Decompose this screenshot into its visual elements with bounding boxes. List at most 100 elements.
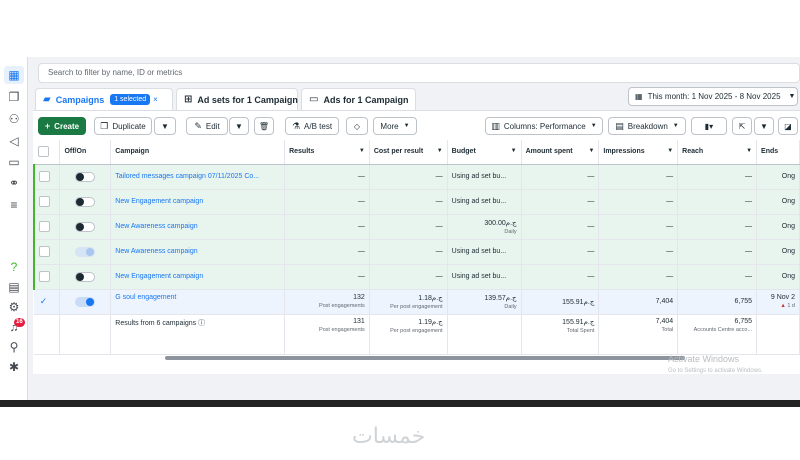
edit-dropdown[interactable]: ▼ (229, 117, 249, 135)
campaign-toggle[interactable] (75, 271, 96, 282)
campaign-name[interactable]: New Awareness campaign (110, 239, 286, 265)
table-row[interactable]: New Engagement campaign — — Using ad set… (33, 264, 800, 290)
row-toggle-cell[interactable] (59, 214, 112, 240)
report-icon[interactable]: ▤ (4, 278, 24, 296)
billing-icon[interactable]: ▭ (4, 153, 24, 171)
campaign-name[interactable]: New Engagement campaign (110, 189, 286, 215)
campaign-toggle[interactable] (75, 221, 96, 232)
row-toggle-cell[interactable] (59, 164, 112, 190)
row-select[interactable]: ✓ (34, 289, 61, 315)
header-reach[interactable]: Reach ▼ (677, 140, 758, 165)
ends-cell: Ong (756, 214, 800, 240)
header-budget[interactable]: Budget ▼ (447, 140, 522, 165)
row-toggle-cell[interactable] (59, 189, 112, 215)
export-button[interactable]: ⇱ (732, 117, 752, 135)
campaign-name[interactable]: New Engagement campaign (110, 264, 286, 290)
campaign-link[interactable]: Tailored messages campaign 07/11/2025 Co… (115, 173, 259, 180)
megaphone-icon[interactable]: ◁ (4, 132, 24, 150)
campaign-link[interactable]: New Engagement campaign (115, 198, 203, 205)
campaign-link[interactable]: New Awareness campaign (115, 248, 197, 255)
campaign-name[interactable]: Tailored messages campaign 07/11/2025 Co… (110, 164, 286, 190)
row-toggle-cell[interactable] (59, 264, 112, 290)
row-select[interactable] (33, 189, 61, 215)
row-select[interactable] (33, 214, 61, 240)
sort-icon: ▼ (667, 148, 674, 155)
header-results[interactable]: Results ▼ (284, 140, 370, 165)
header-select[interactable] (34, 140, 61, 165)
ab-test-button[interactable]: ⚗ A/B test (285, 117, 339, 135)
search-input[interactable]: Search to filter by name, ID or metrics (38, 63, 800, 83)
export-dropdown[interactable]: ▼ (754, 117, 774, 135)
row-toggle-cell[interactable] (59, 289, 112, 315)
campaign-link[interactable]: New Awareness campaign (115, 223, 197, 230)
header-spent[interactable]: Amount spent ▼ (521, 140, 600, 165)
info-icon[interactable]: ⓘ (198, 320, 205, 327)
search-icon[interactable]: ⚲ (4, 338, 24, 356)
horizontal-scrollbar[interactable] (165, 356, 685, 360)
tag-button[interactable]: ◇ (346, 117, 368, 135)
row-select[interactable] (33, 164, 61, 190)
spent-cell: — (521, 264, 600, 290)
campaign-name[interactable]: G soul engagement (110, 289, 286, 315)
row-checkbox[interactable] (39, 196, 50, 207)
campaign-toggle[interactable] (75, 196, 96, 207)
create-button[interactable]: + Create (38, 117, 86, 135)
duplicate-button[interactable]: ❐ Duplicate (94, 117, 152, 135)
row-checkbox[interactable] (39, 221, 50, 232)
campaign-link[interactable]: G soul engagement (115, 294, 176, 301)
header-campaign[interactable]: Campaign (110, 140, 286, 165)
pages-icon[interactable]: ❐ (4, 88, 24, 106)
tab-campaigns[interactable]: ▰ Campaigns 1 selected × (35, 88, 173, 110)
results-cell: — (284, 214, 370, 240)
campaign-link[interactable]: New Engagement campaign (115, 273, 203, 280)
header-campaign-label: Campaign (115, 148, 150, 156)
selected-chip[interactable]: 1 selected (110, 94, 151, 105)
checkmark-icon[interactable]: ✓ (38, 296, 49, 307)
campaign-name[interactable]: New Awareness campaign (110, 214, 286, 240)
breakdown-button[interactable]: ▤ Breakdown ▼ (608, 117, 686, 135)
row-select[interactable] (33, 264, 61, 290)
tab-ads[interactable]: ▭ Ads for 1 Campaign (301, 88, 416, 110)
tab-ad-sets[interactable]: ⊞ Ad sets for 1 Campaign (176, 88, 298, 110)
results-sub: Post engagements (318, 303, 365, 309)
table-row[interactable]: ✓ G soul engagement 132 Post engagements … (34, 289, 800, 315)
row-checkbox[interactable] (39, 271, 50, 282)
network-icon[interactable]: ⚭ (4, 174, 24, 192)
help-icon[interactable]: ? (4, 258, 24, 276)
duplicate-dropdown[interactable]: ▼ (154, 117, 176, 135)
chevron-down-icon: ▼ (161, 121, 169, 131)
chart-button[interactable]: ◪ (778, 117, 798, 135)
date-range-button[interactable]: ▦ This month: 1 Nov 2025 - 8 Nov 2025 ▼ (628, 87, 798, 106)
row-checkbox[interactable] (39, 171, 50, 182)
row-select[interactable] (33, 239, 61, 265)
table-icon[interactable]: ▦ (4, 66, 24, 84)
close-icon[interactable]: × (153, 95, 158, 104)
header-cost[interactable]: Cost per result ▼ (369, 140, 448, 165)
audience-icon[interactable]: ⚇ (4, 110, 24, 128)
totals-reach: 6,755 Accounts Centre acco... (677, 314, 758, 355)
warning-icon: ▲ (780, 303, 786, 309)
campaign-toggle[interactable] (75, 246, 96, 257)
gear-icon[interactable]: ⚙ (4, 298, 24, 316)
campaign-toggle[interactable] (75, 171, 96, 182)
row-toggle-cell[interactable] (59, 239, 112, 265)
bug-icon[interactable]: ✱ (4, 358, 24, 376)
table-row[interactable]: New Awareness campaign — — Using ad set … (33, 239, 800, 265)
delete-button[interactable]: 🗑 (254, 117, 274, 135)
tag-icon: ◇ (353, 121, 361, 131)
cost-cell: — (369, 264, 448, 290)
select-all-checkbox[interactable] (38, 146, 49, 158)
columns-button[interactable]: ▥ Columns: Performance ▼ (485, 117, 603, 135)
table-row[interactable]: New Awareness campaign — — 300.00ج.م Dail… (33, 214, 800, 240)
menu-icon[interactable]: ≡ (4, 196, 24, 214)
edit-button[interactable]: ✎ Edit (186, 117, 228, 135)
table-row[interactable]: Tailored messages campaign 07/11/2025 Co… (33, 164, 800, 190)
more-button[interactable]: More ▼ (373, 117, 417, 135)
campaign-toggle[interactable] (75, 296, 96, 307)
totals-label-text: Results from 6 campaigns (115, 319, 197, 327)
row-checkbox[interactable] (39, 246, 50, 257)
header-ends[interactable]: Ends (756, 140, 800, 165)
table-row[interactable]: New Engagement campaign — — Using ad set… (33, 189, 800, 215)
reports-button[interactable]: ▮▾ (691, 117, 727, 135)
header-impressions[interactable]: Impressions ▼ (598, 140, 679, 165)
